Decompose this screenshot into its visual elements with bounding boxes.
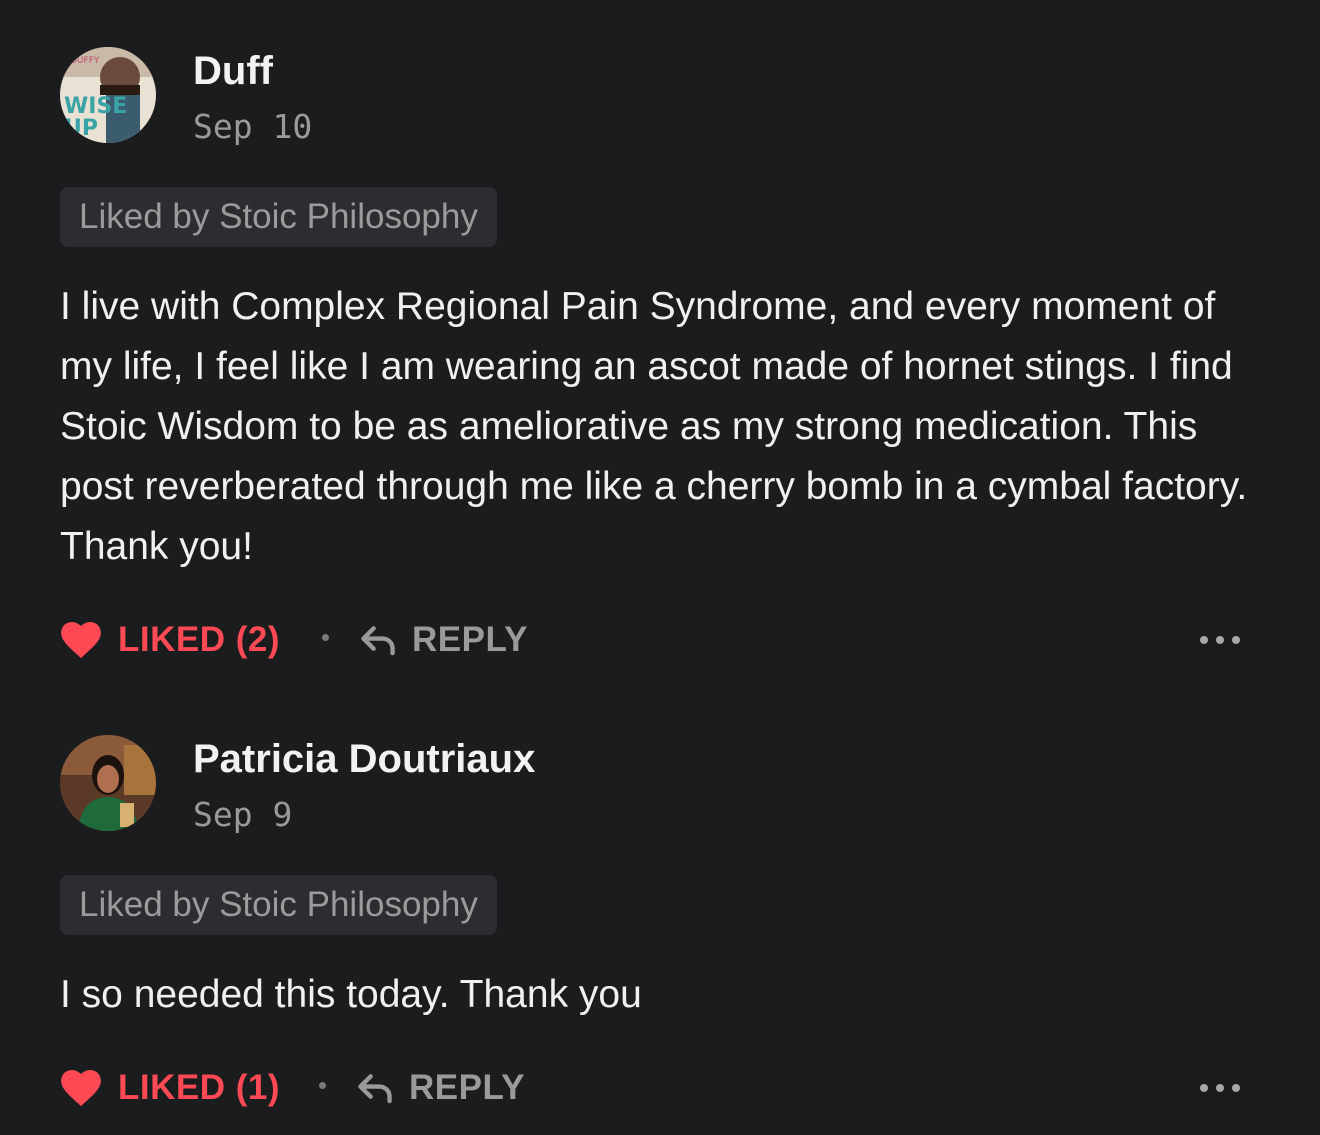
more-horizontal-icon bbox=[1200, 636, 1208, 644]
comment-header: Patricia Doutriaux Sep 9 bbox=[60, 735, 1260, 835]
comment-date[interactable]: Sep 10 bbox=[193, 107, 312, 147]
comment: Patricia Doutriaux Sep 9 Liked by Stoic … bbox=[60, 735, 1260, 1107]
like-count-label: LIKED (2) bbox=[118, 620, 280, 659]
reply-label: REPLY bbox=[409, 1068, 525, 1107]
svg-text:UP: UP bbox=[64, 116, 98, 141]
heart-icon bbox=[61, 622, 101, 659]
more-horizontal-icon bbox=[1232, 636, 1240, 644]
liked-by-badge: Liked by Stoic Philosophy bbox=[60, 875, 497, 935]
like-button[interactable]: LIKED (2) bbox=[60, 616, 280, 664]
like-count-label: LIKED (1) bbox=[118, 1068, 280, 1107]
comment-header: WISE UP DUFFY Duff Sep 10 bbox=[60, 47, 1260, 147]
more-horizontal-icon bbox=[1216, 1084, 1224, 1092]
person-photo-avatar-icon bbox=[60, 735, 156, 831]
separator-dot bbox=[319, 1082, 326, 1089]
more-horizontal-icon bbox=[1216, 636, 1224, 644]
author-name[interactable]: Duff bbox=[193, 47, 273, 95]
separator-dot bbox=[322, 634, 329, 641]
author-name[interactable]: Patricia Doutriaux bbox=[193, 735, 535, 783]
comment-text: I so needed this today. Thank you bbox=[60, 973, 642, 1016]
avatar[interactable]: WISE UP DUFFY bbox=[60, 47, 156, 143]
comment-text: I live with Complex Regional Pain Syndro… bbox=[60, 285, 1248, 568]
reply-label: REPLY bbox=[412, 620, 528, 659]
reply-arrow-icon bbox=[361, 626, 395, 656]
comment-actions: LIKED (2) REPLY bbox=[60, 616, 1240, 664]
like-button[interactable]: LIKED (1) bbox=[60, 1064, 280, 1112]
liked-by-badge: Liked by Stoic Philosophy bbox=[60, 187, 497, 247]
comment: WISE UP DUFFY Duff Sep 10 Liked by Stoic… bbox=[60, 47, 1260, 659]
book-cover-avatar-icon: WISE UP DUFFY bbox=[60, 47, 156, 143]
avatar[interactable] bbox=[60, 735, 156, 831]
reply-button[interactable]: REPLY bbox=[357, 1064, 525, 1112]
more-horizontal-icon bbox=[1200, 1084, 1208, 1092]
more-options-button[interactable] bbox=[1200, 628, 1240, 652]
reply-button[interactable]: REPLY bbox=[360, 616, 528, 664]
more-options-button[interactable] bbox=[1200, 1076, 1240, 1100]
comment-date[interactable]: Sep 9 bbox=[193, 795, 292, 835]
heart-icon bbox=[61, 1070, 101, 1107]
svg-text:DUFFY: DUFFY bbox=[70, 56, 100, 66]
comment-actions: LIKED (1) REPLY bbox=[60, 1064, 1240, 1112]
more-horizontal-icon bbox=[1232, 1084, 1240, 1092]
reply-arrow-icon bbox=[358, 1074, 392, 1104]
